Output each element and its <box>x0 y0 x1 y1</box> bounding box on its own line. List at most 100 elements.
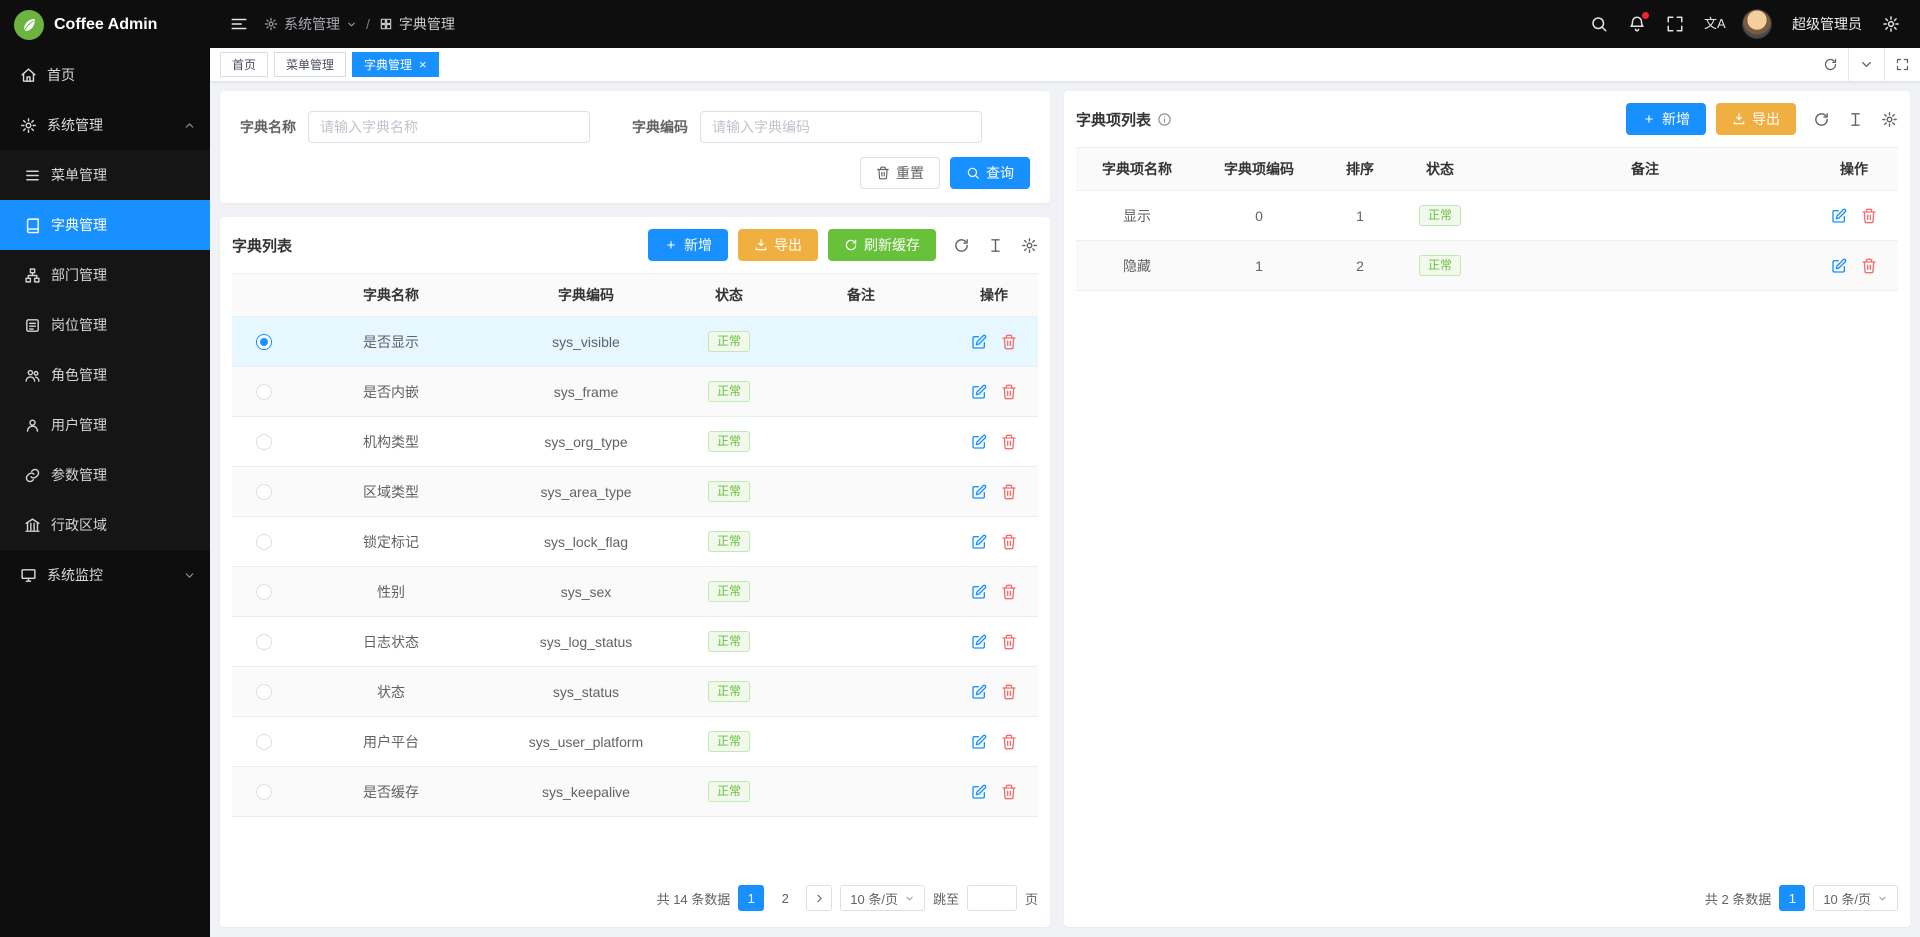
sidebar-item-home[interactable]: 首页 <box>0 50 210 100</box>
table-row[interactable]: 是否显示sys_visible正常 <box>232 317 1038 367</box>
edit-icon[interactable] <box>971 634 987 650</box>
notification-bell-icon[interactable] <box>1628 15 1646 33</box>
jump-page-input[interactable] <box>967 885 1017 911</box>
column-settings-icon[interactable] <box>1847 111 1864 128</box>
row-radio[interactable] <box>256 484 272 500</box>
user-name[interactable]: 超级管理员 <box>1792 14 1862 34</box>
table-row[interactable]: 日志状态sys_log_status正常 <box>232 617 1038 667</box>
edit-icon[interactable] <box>971 434 987 450</box>
table-row[interactable]: 显示01正常 <box>1076 191 1898 241</box>
page-size-select[interactable]: 10 条/页 <box>840 885 925 911</box>
tab-home[interactable]: 首页 <box>220 52 268 77</box>
sidebar-item-dept[interactable]: 部门管理 <box>0 250 210 300</box>
tabs-menu-button[interactable] <box>1848 48 1884 81</box>
tab-dict[interactable]: 字典管理× <box>352 52 439 77</box>
dict-code-input[interactable] <box>700 111 982 143</box>
tab-menu[interactable]: 菜单管理 <box>274 52 346 77</box>
table-row[interactable]: 是否内嵌sys_frame正常 <box>232 367 1038 417</box>
table-row[interactable]: 性别sys_sex正常 <box>232 567 1038 617</box>
row-radio[interactable] <box>256 334 272 350</box>
row-radio[interactable] <box>256 784 272 800</box>
delete-icon[interactable] <box>1001 584 1017 600</box>
delete-icon[interactable] <box>1861 208 1877 224</box>
next-page-button[interactable] <box>806 885 832 911</box>
sidebar-item-monitor[interactable]: 系统监控 <box>0 550 210 600</box>
row-radio[interactable] <box>256 434 272 450</box>
table-row[interactable]: 锁定标记sys_lock_flag正常 <box>232 517 1038 567</box>
sidebar-item-region[interactable]: 行政区域 <box>0 500 210 550</box>
row-radio[interactable] <box>256 584 272 600</box>
table-row[interactable]: 状态sys_status正常 <box>232 667 1038 717</box>
table-row[interactable]: 用户平台sys_user_platform正常 <box>232 717 1038 767</box>
add-item-button[interactable]: + 新增 <box>1626 103 1706 135</box>
column-header: 状态 <box>1400 148 1480 190</box>
edit-icon[interactable] <box>971 584 987 600</box>
delete-icon[interactable] <box>1001 434 1017 450</box>
delete-icon[interactable] <box>1861 258 1877 274</box>
column-settings-icon[interactable] <box>987 237 1004 254</box>
row-radio[interactable] <box>256 734 272 750</box>
delete-icon[interactable] <box>1001 784 1017 800</box>
refresh-cache-button[interactable]: 刷新缓存 <box>828 229 936 261</box>
row-radio[interactable] <box>256 534 272 550</box>
sidebar-item-role[interactable]: 角色管理 <box>0 350 210 400</box>
page-button-2[interactable]: 2 <box>772 885 798 911</box>
page-button-1[interactable]: 1 <box>1779 885 1805 911</box>
sidebar-item-post[interactable]: 岗位管理 <box>0 300 210 350</box>
export-item-button[interactable]: 导出 <box>1716 103 1796 135</box>
edit-icon[interactable] <box>1831 208 1847 224</box>
edit-icon[interactable] <box>971 334 987 350</box>
edit-icon[interactable] <box>971 684 987 700</box>
refresh-table-icon[interactable] <box>1813 111 1830 128</box>
edit-icon[interactable] <box>971 784 987 800</box>
sidebar-toggle[interactable] <box>230 15 248 33</box>
delete-icon[interactable] <box>1001 634 1017 650</box>
breadcrumb-system[interactable]: 系统管理 <box>264 14 357 34</box>
table-settings-gear-icon[interactable] <box>1021 237 1038 254</box>
edit-icon[interactable] <box>1831 258 1847 274</box>
breadcrumb-dict[interactable]: 字典管理 <box>379 14 455 34</box>
search-icon[interactable] <box>1590 15 1608 33</box>
sidebar-item-param[interactable]: 参数管理 <box>0 450 210 500</box>
sidebar-item-system[interactable]: 系统管理 <box>0 100 210 150</box>
page-size-select[interactable]: 10 条/页 <box>1813 885 1898 911</box>
table-row[interactable]: 区域类型sys_area_type正常 <box>232 467 1038 517</box>
edit-icon[interactable] <box>971 734 987 750</box>
edit-icon[interactable] <box>971 484 987 500</box>
refresh-tabs-button[interactable] <box>1812 48 1848 81</box>
row-radio[interactable] <box>256 684 272 700</box>
table-row[interactable]: 是否缓存sys_keepalive正常 <box>232 767 1038 817</box>
delete-icon[interactable] <box>1001 684 1017 700</box>
avatar[interactable] <box>1742 9 1772 39</box>
edit-icon[interactable] <box>971 534 987 550</box>
close-icon[interactable]: × <box>419 58 427 71</box>
edit-icon[interactable] <box>971 384 987 400</box>
page-button-1[interactable]: 1 <box>738 885 764 911</box>
dict-list-title: 字典列表 <box>232 235 292 256</box>
query-button[interactable]: 查询 <box>950 157 1030 189</box>
settings-gear-icon[interactable] <box>1882 15 1900 33</box>
delete-icon[interactable] <box>1001 734 1017 750</box>
refresh-table-icon[interactable] <box>953 237 970 254</box>
logo[interactable]: Coffee Admin <box>0 0 210 50</box>
add-dict-button[interactable]: + 新增 <box>648 229 728 261</box>
row-radio[interactable] <box>256 634 272 650</box>
maximize-button[interactable] <box>1884 48 1920 81</box>
table-settings-gear-icon[interactable] <box>1881 111 1898 128</box>
sidebar-item-dict[interactable]: 字典管理 <box>0 200 210 250</box>
table-row[interactable]: 隐藏12正常 <box>1076 241 1898 291</box>
delete-icon[interactable] <box>1001 484 1017 500</box>
fullscreen-icon[interactable] <box>1666 15 1684 33</box>
delete-icon[interactable] <box>1001 384 1017 400</box>
refresh-icon <box>844 238 858 252</box>
sidebar-item-user[interactable]: 用户管理 <box>0 400 210 450</box>
reset-button[interactable]: 重置 <box>860 157 940 189</box>
table-row[interactable]: 机构类型sys_org_type正常 <box>232 417 1038 467</box>
row-radio[interactable] <box>256 384 272 400</box>
dict-name-input[interactable] <box>308 111 590 143</box>
delete-icon[interactable] <box>1001 534 1017 550</box>
delete-icon[interactable] <box>1001 334 1017 350</box>
sidebar-item-menu[interactable]: 菜单管理 <box>0 150 210 200</box>
export-dict-button[interactable]: 导出 <box>738 229 818 261</box>
translate-icon[interactable]: 文A <box>1704 15 1722 33</box>
